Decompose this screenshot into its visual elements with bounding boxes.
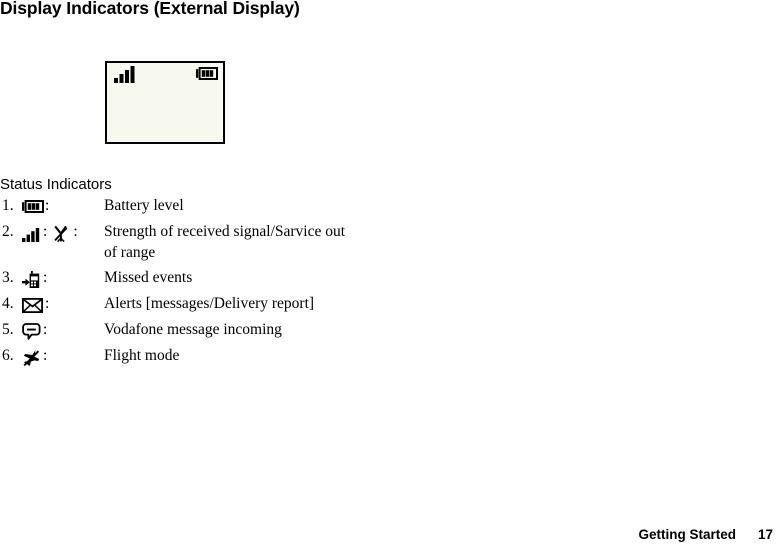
footer-chapter: Getting Started xyxy=(638,527,736,542)
missed-events-phone-icon xyxy=(22,270,42,288)
icon-colon: : xyxy=(43,269,48,286)
list-item-number: 2. xyxy=(2,223,14,240)
list-item-description-line1: Missed events xyxy=(104,269,193,286)
list-item-icons: : xyxy=(22,195,104,217)
section-heading-status-indicators: Status Indicators xyxy=(0,176,112,193)
list-item-description: Missed events xyxy=(104,267,420,288)
status-indicator-list: 1. : Battery level 2.:: Strength of re… xyxy=(0,195,420,371)
battery-icon xyxy=(22,198,44,215)
list-item-description-line1: Flight mode xyxy=(104,347,180,364)
list-item-number: 1. xyxy=(2,197,14,214)
external-display-mockup xyxy=(105,61,225,144)
list-item-description-line2: of range xyxy=(104,244,156,261)
list-item: 6. : Flight mode xyxy=(0,345,420,367)
signal-bars-icon xyxy=(114,66,135,83)
list-item-icons: : xyxy=(22,267,104,289)
list-item-description-line1: Battery level xyxy=(104,197,184,214)
list-item-number: 4. xyxy=(2,295,14,312)
icon-colon: : xyxy=(45,295,50,312)
list-item-description: Strength of received signal/Sarvice out … xyxy=(104,221,420,263)
page-title: Display Indicators (External Display) xyxy=(0,0,300,18)
list-item-icons: : : xyxy=(22,221,104,243)
list-item-description-line1: Alerts [messages/Delivery report] xyxy=(104,295,315,312)
list-item-number: 5. xyxy=(2,321,14,338)
list-item-icons: : xyxy=(22,319,104,341)
speech-bubble-icon xyxy=(22,322,42,340)
icon-colon: : xyxy=(73,223,78,240)
flight-mode-icon xyxy=(22,348,42,366)
list-item: 1. : Battery level xyxy=(0,195,420,217)
list-item-description-line1: Strength of received signal/Sarvice out xyxy=(104,223,346,240)
signal-bars-icon xyxy=(22,224,42,242)
icon-colon: : xyxy=(43,321,48,338)
list-item-icons: : xyxy=(22,345,104,367)
no-service-icon xyxy=(52,224,72,242)
list-item: 4. : Alerts [messages/Delivery report] xyxy=(0,293,420,315)
icon-colon: : xyxy=(43,347,48,364)
icon-colon: : xyxy=(43,223,48,240)
footer-page-number: 17 xyxy=(757,527,773,542)
list-item-icons: : xyxy=(22,293,104,315)
list-item-number: 6. xyxy=(2,347,14,364)
list-item-description: Alerts [messages/Delivery report] xyxy=(104,293,420,314)
list-item: 2. :: Strength of received signal/Sarvi… xyxy=(0,221,420,263)
list-item-description-line1: Vodafone message incoming xyxy=(104,321,282,338)
icon-colon: : xyxy=(45,197,50,214)
page-footer: Getting Started 17 xyxy=(638,527,773,542)
list-item: 3.: Missed events xyxy=(0,267,420,289)
list-item: 5. : Vodafone message incoming xyxy=(0,319,420,341)
list-item-number: 3. xyxy=(2,269,14,286)
envelope-icon xyxy=(22,296,44,313)
list-item-description: Flight mode xyxy=(104,345,420,366)
list-item-description: Battery level xyxy=(104,195,420,216)
list-item-description: Vodafone message incoming xyxy=(104,319,420,340)
battery-icon xyxy=(196,67,218,80)
